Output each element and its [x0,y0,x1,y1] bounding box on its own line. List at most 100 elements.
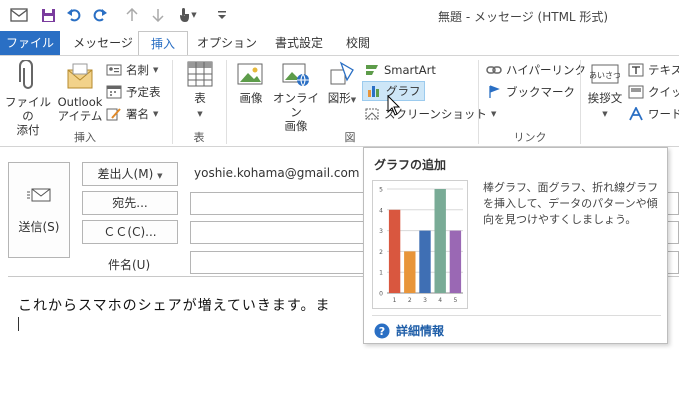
send-icon [27,188,51,202]
save-icon[interactable] [38,6,58,24]
picture-icon [237,63,263,85]
business-card-label: 名刺 [126,63,149,77]
more-info-link[interactable]: ? 詳細情報 [374,322,444,339]
calendar-icon [106,85,122,99]
picture-label: 画像 [239,91,263,105]
textbox-button[interactable]: テキスト [628,60,679,80]
envelope-icon [67,63,93,89]
undo-icon[interactable] [64,6,84,24]
title-bar: ▼ 無題 - メッセージ (HTML 形式) [0,0,679,31]
smartart-button[interactable]: SmartArt [364,60,436,80]
chart-x-tick-label: 3 [423,297,427,304]
wordart-button[interactable]: ワード [628,104,679,124]
tab-format[interactable]: 書式設定 [266,31,332,55]
hyperlink-button[interactable]: ハイパーリンク [486,60,586,80]
signature-button[interactable]: 署名 ▼ [106,104,158,124]
wordart-label: ワード [648,107,679,121]
svg-text:?: ? [379,325,385,338]
calendar-button[interactable]: 予定表 [106,82,161,102]
mouse-cursor-icon [387,95,401,116]
svg-text:あいさつ: あいさつ [590,71,620,80]
tab-message[interactable]: メッセージ [68,31,138,55]
from-button[interactable]: 差出人(M) ▼ [82,162,178,186]
ribbon-separator [226,60,227,144]
cc-button[interactable]: ＣＣ(C)... [82,220,178,244]
chart-x-tick-label: 4 [438,297,442,304]
tab-options[interactable]: オプション [194,31,260,55]
group-label-illustrations: 図 [344,131,356,144]
bookmark-button[interactable]: ブックマーク [486,82,575,102]
tooltip-divider [372,315,661,316]
picture-button[interactable]: 画像 [230,60,272,105]
signature-label: 署名 [126,107,149,121]
table-button[interactable]: 表 ▼ [178,60,222,121]
chart-bar [434,189,446,293]
group-label-include: 挿入 [74,131,96,144]
link-icon [486,66,502,74]
bookmark-icon [489,85,500,98]
chart-bar [449,230,462,293]
tooltip-chart-svg: 0 1 2 3 4 5 1 2 3 4 5 [379,187,463,304]
tooltip-chart-preview: 0 1 2 3 4 5 1 2 3 4 5 [372,180,468,309]
tab-review[interactable]: 校閲 [338,31,378,55]
chart-y-tick-label: 5 [379,187,383,194]
table-label: 表 [194,91,206,105]
attach-file-button[interactable]: ファイルの 添付 [3,60,53,137]
business-card-button[interactable]: 名刺 ▼ [106,60,158,80]
customize-quick-access-icon[interactable] [216,6,228,24]
tooltip-title: グラフの追加 [374,158,447,172]
chart-y-tick-label: 0 [379,291,383,298]
bar-chart-icon [368,86,379,97]
textbox-label: テキスト [648,63,679,77]
wordart-icon [629,107,643,121]
redo-icon[interactable] [90,6,110,24]
arrow-up-icon[interactable] [124,6,140,24]
table-grid-icon [187,61,213,87]
smartart-icon [366,65,378,75]
arrow-down-icon[interactable] [150,6,166,24]
touch-mode-icon[interactable]: ▼ [176,6,198,24]
online-picture-icon [282,63,309,87]
ribbon-insert: ファイルの 添付 Outlook アイテム 名刺 ▼ 予定表 署名 ▼ 挿入 表 ▼ … [0,55,679,147]
shapes-icon [330,61,354,85]
tab-insert[interactable]: 挿入 [138,31,188,55]
greeting-icon: あいさつ [590,64,620,84]
send-button[interactable]: 送信(S) [8,162,70,258]
shapes-label: 図形 [327,91,351,105]
chart-bar [388,209,401,293]
group-label-tables: 表 [193,131,205,144]
to-button[interactable]: 宛先... [82,191,178,215]
online-picture-button[interactable]: オンライン 画像 [272,60,320,133]
ribbon-separator [478,60,479,144]
ribbon-tabs: ファイル メッセージ 挿入 オプション 書式設定 校閲 [0,31,679,55]
send-label: 送信(S) [18,220,60,234]
smartart-label: SmartArt [384,63,436,77]
shapes-button[interactable]: 図形▼ [322,60,362,107]
outlook-item-label-line1: Outlook [57,95,103,109]
outlook-item-button[interactable]: Outlook アイテム [55,60,105,123]
chart-bar [419,230,431,293]
screenshot-icon [365,108,379,120]
from-address: yoshie.kohama@gmail.com [194,166,360,180]
message-body-text: これからスマホのシェアが増えていきます。ま [18,298,331,314]
text-caret [18,317,19,331]
window-title: 無題 - メッセージ (HTML 形式) [438,10,609,24]
group-label-links: リンク [513,131,547,144]
greeting-button[interactable]: あいさつ 挨拶文 ▼ [584,60,626,121]
bookmark-label: ブックマーク [506,85,575,99]
tab-file[interactable]: ファイル [0,31,60,55]
signature-icon [106,108,121,121]
attach-file-label-line1: ファイルの [5,95,51,123]
chart-x-tick-label: 2 [408,297,412,304]
subject-label: 件名(U) [108,258,151,272]
paperclip-icon [19,60,33,89]
quickparts-icon [628,85,644,99]
chart-y-tick-label: 4 [379,207,383,214]
ribbon-separator [172,60,173,144]
hyperlink-label: ハイパーリンク [506,63,587,77]
greeting-label: 挨拶文 [587,91,623,105]
from-button-label: 差出人(M) [97,167,154,181]
screenshot-button[interactable]: スクリーンショット ▼ [364,104,496,124]
quickparts-button[interactable]: クイック [628,82,679,102]
chart-y-tick-label: 2 [379,249,383,256]
